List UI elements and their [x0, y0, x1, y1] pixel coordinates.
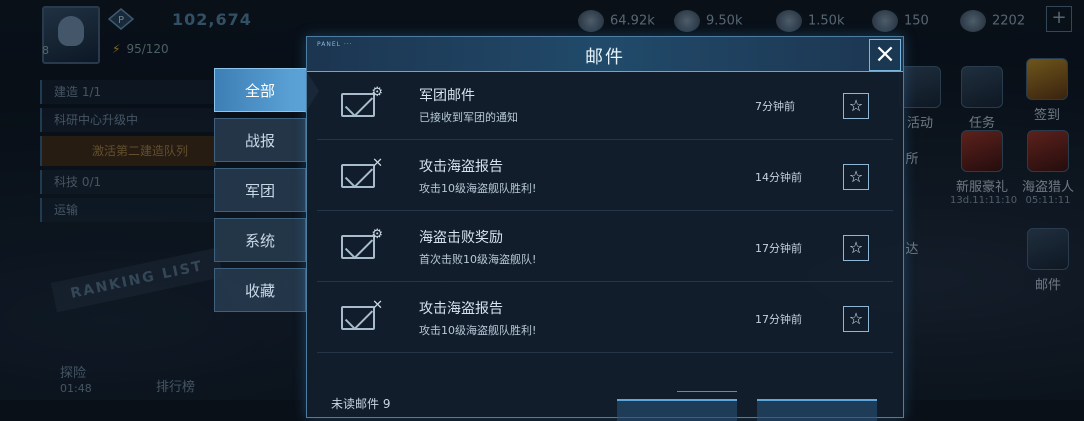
- mail-description: 已接收到军团的通知: [419, 111, 518, 124]
- tab-battle-report[interactable]: 战报: [214, 118, 306, 162]
- mail-item[interactable]: ⚙ 海盗击败奖励 首次击败10级海盗舰队! 17分钟前 ☆: [317, 215, 893, 282]
- sword-mail-icon: ✕: [341, 298, 383, 330]
- mark-all-read-button[interactable]: [617, 399, 737, 421]
- mail-item[interactable]: ⚙ 军团邮件 已接收到军团的通知 7分钟前 ☆: [317, 73, 893, 140]
- sword-mail-icon: ✕: [341, 156, 383, 188]
- mail-subject: 攻击海盗报告: [419, 301, 503, 317]
- mail-item[interactable]: ✕ 攻击海盗报告 攻击10级海盗舰队胜利! 17分钟前 ☆: [317, 286, 893, 353]
- tab-all[interactable]: 全部: [214, 68, 319, 113]
- favorite-star-button[interactable]: ☆: [843, 306, 869, 332]
- mail-subject: 海盗击败奖励: [419, 230, 503, 246]
- mail-subject: 军团邮件: [419, 88, 475, 104]
- dialog-header: PANEL ··· 邮件 ×: [307, 37, 903, 72]
- gear-mail-icon: ⚙: [341, 85, 383, 117]
- tab-legion[interactable]: 军团: [214, 168, 306, 212]
- delete-read-button[interactable]: [757, 399, 877, 421]
- favorite-star-button[interactable]: ☆: [843, 93, 869, 119]
- mail-description: 攻击10级海盗舰队胜利!: [419, 324, 537, 337]
- mail-dialog: PANEL ··· 邮件 × ⚙ 军团邮件 已接收到军团的通知 7分钟前 ☆ ✕…: [306, 36, 904, 421]
- mail-badge: ✕: [372, 156, 383, 171]
- dialog-title: 邮件: [585, 47, 625, 68]
- mail-badge: ⚙: [371, 227, 383, 242]
- favorite-star-button[interactable]: ☆: [843, 164, 869, 190]
- mail-time: 17分钟前: [755, 313, 802, 326]
- mail-badge: ✕: [372, 298, 383, 313]
- mail-time: 17分钟前: [755, 242, 802, 255]
- mail-badge: ⚙: [371, 85, 383, 100]
- mail-subject: 攻击海盗报告: [419, 159, 503, 175]
- mail-description: 首次击败10级海盗舰队!: [419, 253, 537, 266]
- unread-count: 未读邮件 9: [331, 397, 391, 411]
- mail-tabs: 全部 战报 军团 系统 收藏: [214, 68, 319, 318]
- favorite-star-button[interactable]: ☆: [843, 235, 869, 261]
- close-button[interactable]: ×: [869, 39, 901, 71]
- tab-system[interactable]: 系统: [214, 218, 306, 262]
- gear-mail-icon: ⚙: [341, 227, 383, 259]
- mail-time: 7分钟前: [755, 100, 795, 113]
- mail-item[interactable]: ✕ 攻击海盗报告 攻击10级海盗舰队胜利! 14分钟前 ☆: [317, 144, 893, 211]
- tab-favorites[interactable]: 收藏: [214, 268, 306, 312]
- mail-time: 14分钟前: [755, 171, 802, 184]
- mail-description: 攻击10级海盗舰队胜利!: [419, 182, 537, 195]
